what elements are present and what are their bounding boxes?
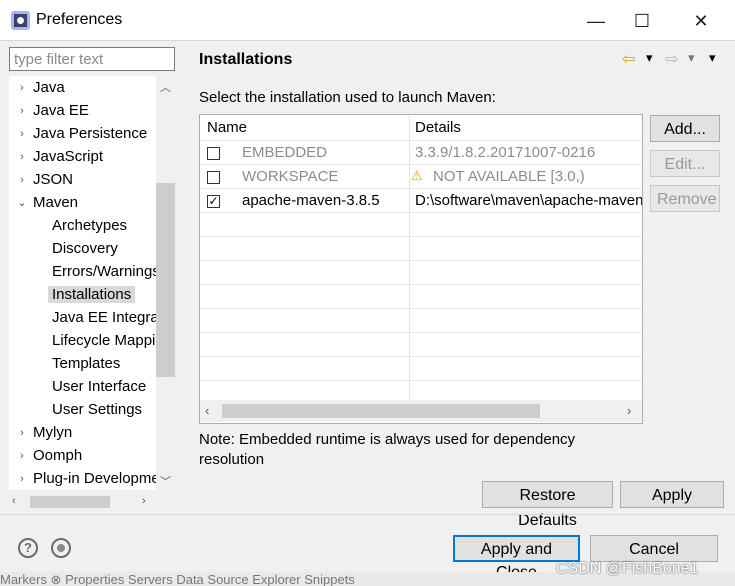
page-subtitle: Select the installation used to launch M… bbox=[199, 89, 496, 106]
scroll-left-icon[interactable]: ‹ bbox=[205, 403, 209, 418]
table-row[interactable]: EMBEDDED 3.3.9/1.8.2.20171007-0216 bbox=[200, 141, 642, 165]
row-gridline bbox=[200, 236, 642, 237]
scroll-left-icon[interactable]: ‹ bbox=[12, 495, 16, 507]
tree-item-archetypes[interactable]: Archetypes bbox=[52, 215, 127, 237]
tree-item-maven[interactable]: ⌄ Maven bbox=[17, 192, 79, 214]
remove-button[interactable]: Remove bbox=[650, 185, 720, 212]
filter-input[interactable] bbox=[9, 47, 175, 71]
collapsed-chevron-icon[interactable]: › bbox=[17, 169, 27, 191]
back-history-dropdown-icon[interactable]: ▾ bbox=[646, 50, 653, 66]
edit-button[interactable]: Edit... bbox=[650, 150, 720, 177]
tree-item-label: Templates bbox=[52, 355, 121, 372]
maximize-button[interactable]: ☐ bbox=[619, 8, 665, 34]
tree-item-label: User Interface bbox=[52, 378, 147, 395]
tree-item-oomph[interactable]: › Oomph bbox=[20, 445, 83, 467]
forward-history-dropdown-icon[interactable]: ▾ bbox=[688, 50, 695, 66]
close-button[interactable]: ✕ bbox=[678, 8, 724, 34]
installation-details: NOT AVAILABLE [3.0,) bbox=[433, 168, 585, 185]
tree-item-label: Java bbox=[33, 79, 65, 96]
tree-item-label: Archetypes bbox=[52, 217, 128, 234]
tree-item-label: Mylyn bbox=[33, 424, 73, 441]
collapsed-chevron-icon[interactable]: › bbox=[17, 100, 27, 122]
row-gridline bbox=[200, 308, 642, 309]
table-hscroll-thumb[interactable] bbox=[222, 404, 540, 418]
tree-item-label: Plug-in Development bbox=[33, 470, 173, 487]
installation-name: apache-maven-3.8.5 bbox=[242, 192, 380, 209]
tree-item-label: Discovery bbox=[52, 240, 118, 257]
tree-item-json[interactable]: › JSON bbox=[20, 169, 74, 191]
record-icon[interactable] bbox=[51, 538, 71, 558]
tree-item-label: Java EE bbox=[33, 102, 89, 119]
tree-item-templates[interactable]: Templates bbox=[52, 353, 120, 375]
installations-table: Name Details EMBEDDED 3.3.9/1.8.2.2017100… bbox=[199, 114, 643, 424]
tree-item-label: User Settings bbox=[52, 401, 143, 418]
tree-item-mylyn[interactable]: › Mylyn bbox=[20, 422, 73, 444]
collapsed-chevron-icon[interactable]: › bbox=[17, 468, 27, 490]
eclipse-app-icon bbox=[11, 11, 30, 30]
warning-icon: ⚠ bbox=[411, 168, 423, 183]
collapsed-chevron-icon[interactable]: › bbox=[17, 77, 27, 99]
footer-divider bbox=[0, 514, 735, 515]
restore-defaults-button[interactable]: Restore Defaults bbox=[482, 481, 613, 529]
tree-item-java-persistence[interactable]: › Java Persistence bbox=[20, 123, 148, 145]
table-row[interactable]: ✓ apache-maven-3.8.5 D:\software\maven\apa… bbox=[200, 189, 643, 213]
row-gridline bbox=[200, 284, 642, 285]
scroll-right-icon[interactable]: › bbox=[627, 403, 631, 418]
tree-item-label: Installations bbox=[48, 286, 136, 303]
installation-name: WORKSPACE bbox=[242, 168, 339, 185]
apply-button[interactable]: Apply bbox=[620, 481, 724, 508]
installation-details: D:\software\maven\apache-maven-3.8.5 bbox=[415, 192, 643, 209]
help-icon[interactable]: ? bbox=[18, 538, 38, 558]
back-arrow-icon[interactable]: ⇦ bbox=[622, 49, 635, 69]
watermark: CSDN @FishBone1 bbox=[556, 560, 699, 577]
preference-tree: › Java › Java EE › Java Persistence › JavaScrip… bbox=[9, 76, 175, 514]
collapsed-chevron-icon[interactable]: › bbox=[17, 146, 27, 168]
collapsed-chevron-icon[interactable]: › bbox=[17, 422, 27, 444]
tree-item-label: Errors/Warnings bbox=[52, 263, 160, 280]
tree-item-java-ee[interactable]: › Java EE bbox=[20, 100, 89, 122]
add-button[interactable]: Add... bbox=[650, 115, 720, 142]
row-gridline bbox=[200, 356, 642, 357]
row-gridline bbox=[200, 332, 642, 333]
installation-name: EMBEDDED bbox=[242, 144, 328, 161]
scroll-right-icon[interactable]: › bbox=[142, 495, 146, 507]
tree-scroll-thumb[interactable] bbox=[156, 183, 175, 377]
tree-item-label: Java Persistence bbox=[33, 125, 148, 142]
tree-item-plug-in-development[interactable]: › Plug-in Development bbox=[20, 468, 173, 490]
window-title: Preferences bbox=[36, 11, 123, 28]
tree-item-label: Oomph bbox=[33, 447, 83, 464]
table-row[interactable]: WORKSPACE ⚠ NOT AVAILABLE [3.0,) bbox=[200, 165, 642, 189]
collapsed-chevron-icon[interactable]: › bbox=[17, 123, 27, 145]
tree-item-installations[interactable]: Installations bbox=[48, 284, 136, 306]
tree-item-label: Maven bbox=[33, 194, 79, 211]
tree-hscroll-thumb[interactable] bbox=[30, 496, 110, 508]
collapsed-chevron-icon[interactable]: › bbox=[17, 445, 27, 467]
tree-item-errors-warnings[interactable]: Errors/Warnings bbox=[52, 261, 160, 283]
tree-item-label: JavaScript bbox=[33, 148, 104, 165]
tree-item-java[interactable]: › Java bbox=[20, 77, 65, 99]
installation-checkbox[interactable] bbox=[207, 147, 220, 160]
tree-item-user-settings[interactable]: User Settings bbox=[52, 399, 142, 421]
view-menu-icon[interactable]: ▾ bbox=[709, 50, 716, 66]
row-gridline bbox=[200, 260, 642, 261]
forward-arrow-icon[interactable]: ⇨ bbox=[665, 49, 678, 69]
embedded-runtime-note: Note: Embedded runtime is always used fo… bbox=[199, 431, 576, 468]
minimize-button[interactable]: — bbox=[573, 8, 619, 34]
expanded-chevron-icon[interactable]: ⌄ bbox=[17, 192, 27, 214]
cancel-button[interactable]: Cancel bbox=[590, 535, 718, 562]
tree-item-javascript[interactable]: › JavaScript bbox=[20, 146, 104, 168]
tree-item-label: JSON bbox=[33, 171, 74, 188]
scroll-down-icon[interactable]: ﹀ bbox=[160, 473, 171, 489]
column-header-details[interactable]: Details bbox=[415, 115, 461, 140]
installation-checkbox[interactable] bbox=[207, 171, 220, 184]
page-title: Installations bbox=[199, 51, 293, 68]
apply-and-close-button[interactable]: Apply and Close bbox=[453, 535, 580, 581]
tree-item-discovery[interactable]: Discovery bbox=[52, 238, 118, 260]
installation-details: 3.3.9/1.8.2.20171007-0216 bbox=[415, 144, 596, 161]
tree-item-user-interface[interactable]: User Interface bbox=[52, 376, 146, 398]
column-header-name[interactable]: Name bbox=[207, 115, 247, 140]
row-gridline bbox=[200, 380, 642, 381]
installation-checkbox[interactable]: ✓ bbox=[207, 195, 220, 208]
scroll-up-icon[interactable]: ︿ bbox=[160, 79, 171, 95]
